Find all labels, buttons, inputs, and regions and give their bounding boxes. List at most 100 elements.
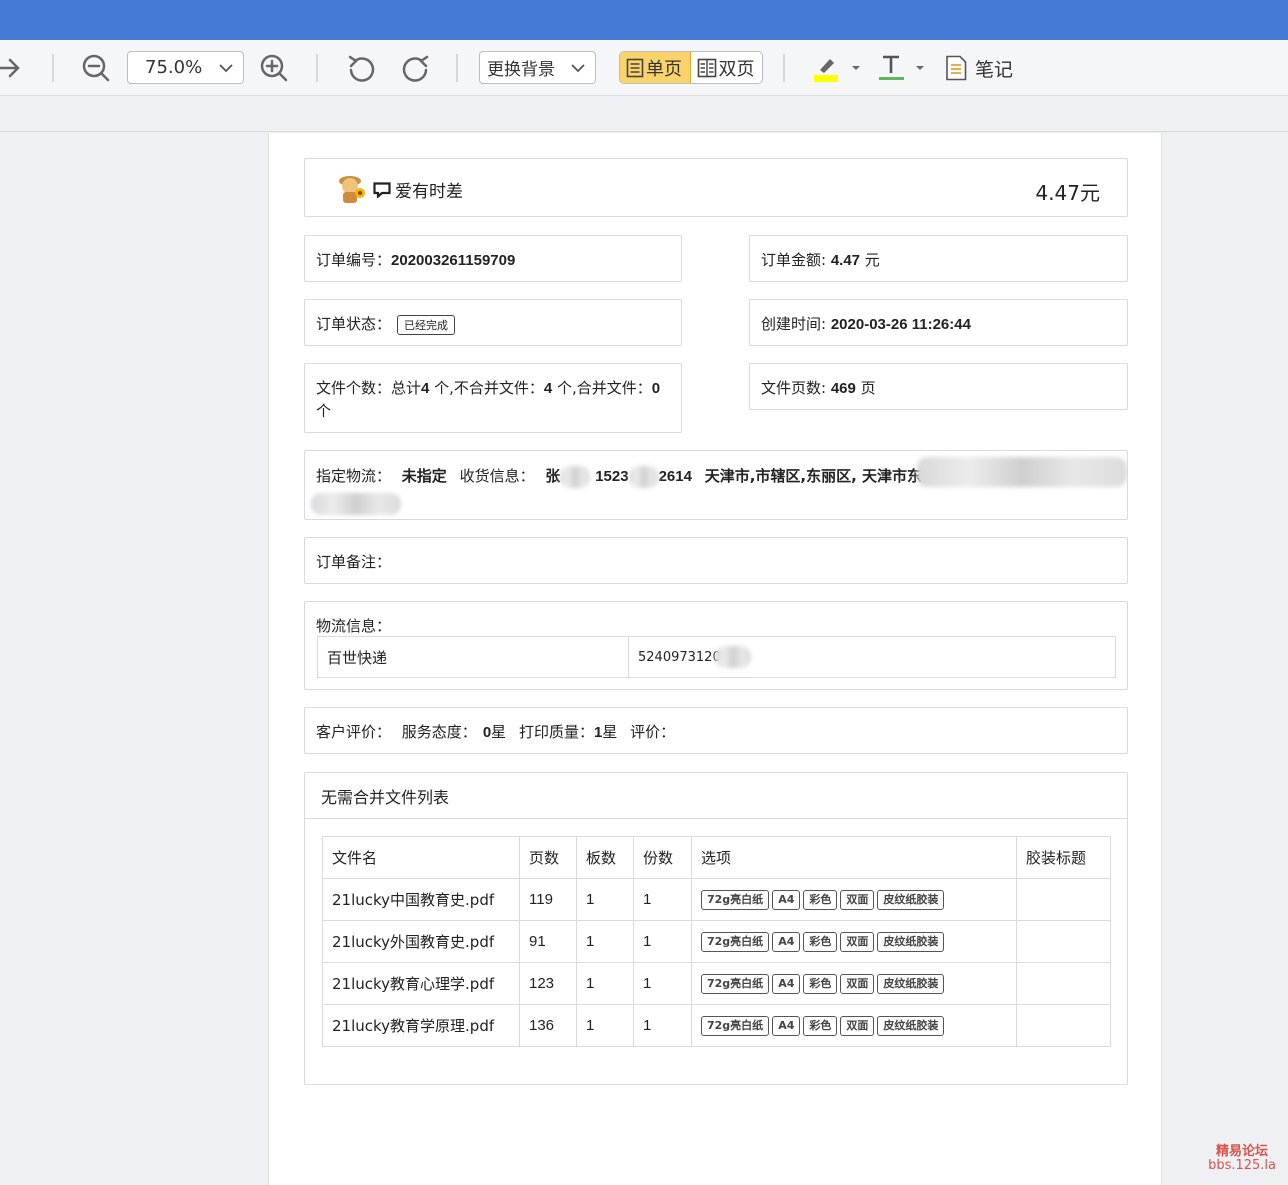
page-count-label: 文件页数: [761, 379, 831, 397]
single-page-label: 单页 [646, 58, 682, 80]
chevron-down-icon [219, 64, 233, 73]
service-unit: 星 [491, 723, 507, 741]
receiver-label: 收货信息： [459, 467, 535, 485]
cell-binding-title [1016, 1004, 1111, 1047]
cell-pages: 91 [519, 920, 577, 963]
text-color-tool[interactable] [878, 40, 926, 96]
remark-card: 订单备注： [304, 537, 1128, 584]
logistics-value: 未指定 [401, 467, 447, 485]
file-list-card: 无需合并文件列表 文件名 页数 板数 份数 选项 胶装标题 21lucky中国教… [304, 772, 1128, 1085]
cell-options: 72g亮白纸 A4 彩色 双面 皮纹纸胶装 [691, 1004, 1017, 1047]
cell-binding-title [1016, 878, 1111, 921]
double-page-button[interactable]: 双页 [691, 52, 763, 83]
double-page-icon [697, 58, 716, 77]
order-status-label: 订单状态： [316, 315, 392, 333]
tracking-number: 5240973120 [629, 637, 1115, 677]
cell-copies: 1 [633, 962, 692, 1005]
note-icon [946, 55, 967, 81]
rotate-left-icon[interactable] [345, 52, 377, 84]
order-number: 订单编号：202003261159709 [316, 249, 515, 270]
cell-pages: 136 [519, 1004, 577, 1047]
header-pages: 页数 [519, 836, 577, 879]
forward-arrow-icon[interactable] [0, 40, 24, 96]
cell-filename: 21lucky教育学原理.pdf [322, 1004, 520, 1047]
double-page-label: 双页 [718, 58, 755, 80]
redacted-blur [311, 493, 401, 515]
cell-filename: 21lucky教育心理学.pdf [322, 962, 520, 1005]
header-options: 选项 [691, 836, 1017, 879]
order-number-value: 202003261159709 [391, 252, 516, 269]
header-filename: 文件名 [322, 836, 520, 879]
header-copies: 份数 [633, 836, 692, 879]
redacted-blur [714, 646, 751, 668]
zoom-out-icon[interactable] [80, 52, 112, 84]
option-tag: 双面 [840, 890, 875, 910]
remark: 订单备注： [316, 553, 392, 571]
shop-card: 爱有时差 4.47元 [304, 158, 1128, 217]
cell-filename: 21lucky外国教育史.pdf [322, 920, 520, 963]
file-count-label: 文件个数：总计 [316, 379, 422, 397]
toolbar-divider [456, 54, 458, 82]
option-tag: 72g亮白纸 [701, 1016, 770, 1036]
order-status-card: 订单状态： 已经完成 [304, 299, 682, 346]
receiver-address: 天津市,市辖区,东丽区, 天津市东丽 [704, 467, 938, 485]
chevron-down-icon [571, 64, 585, 73]
option-tag: 彩色 [803, 974, 838, 994]
order-amount-value: 4.47 [830, 252, 861, 269]
highlight-tool[interactable] [812, 40, 862, 96]
note-label: 笔记 [975, 58, 1014, 81]
header-binding-title: 胶装标题 [1016, 836, 1111, 879]
file-table: 文件名 页数 板数 份数 选项 胶装标题 21lucky中国教育史.pdf 11… [322, 836, 1111, 1047]
table-row: 21lucky中国教育史.pdf 119 1 1 72g亮白纸 A4 彩色 双面 皮纹纸… [322, 878, 1111, 921]
created-time-value: 2020-03-26 11:26:44 [830, 316, 971, 333]
option-tag: 双面 [840, 1016, 875, 1036]
cell-plates: 1 [576, 878, 634, 921]
shipping-card: 指定物流： 未指定 收货信息： 张 1523 2614 天津市,市辖区,东丽区, … [304, 450, 1128, 520]
order-amount-label: 订单金额: [761, 251, 831, 269]
cell-options: 72g亮白纸 A4 彩色 双面 皮纹纸胶装 [691, 920, 1017, 963]
file-table-header: 文件名 页数 板数 份数 选项 胶装标题 [322, 836, 1111, 879]
shop-avatar [339, 176, 365, 203]
order-number-card: 订单编号：202003261159709 [304, 235, 682, 282]
created-time-label: 创建时间: [761, 315, 831, 333]
order-amount-unit: 元 [860, 251, 880, 269]
service-value: 0 [482, 724, 492, 741]
change-background-select[interactable]: 更换背景 [479, 51, 596, 84]
single-page-button[interactable]: 单页 [620, 52, 691, 83]
note-button[interactable]: 笔记 [945, 52, 1013, 84]
cell-copies: 1 [633, 920, 692, 963]
file-count-text1: 个,不合并文件： [429, 379, 544, 397]
order-amount-card: 订单金额: 4.47 元 [749, 235, 1128, 282]
cell-copies: 1 [633, 878, 692, 921]
cell-filename: 21lucky中国教育史.pdf [322, 878, 520, 921]
redacted-blur [628, 465, 659, 488]
toolbar-divider [52, 54, 54, 82]
option-tag: 皮纹纸胶装 [877, 890, 945, 910]
option-tag: 皮纹纸胶装 [877, 974, 945, 994]
caret-down-icon[interactable] [914, 62, 926, 74]
cell-plates: 1 [576, 1004, 634, 1047]
page-mode-toggle: 单页 双页 [619, 51, 763, 84]
change-background-label: 更换背景 [487, 60, 555, 80]
rotate-right-icon[interactable] [400, 52, 432, 84]
option-tag: 双面 [840, 932, 875, 952]
highlighter-icon [814, 59, 838, 82]
created-time: 创建时间: 2020-03-26 11:26:44 [761, 313, 971, 334]
tracking-number-text: 5240973120 [638, 649, 721, 665]
option-tag: 72g亮白纸 [701, 932, 770, 952]
reader-toolbar: 75.0% 更换背景 单页 双页 笔记 [0, 40, 1288, 96]
zoom-in-icon[interactable] [258, 52, 290, 84]
caret-down-icon[interactable] [850, 62, 862, 74]
option-tag: 皮纹纸胶装 [877, 1016, 945, 1036]
rating: 客户评价： 服务态度： 0星 打印质量：1星 评价： [316, 721, 675, 742]
secondary-bar [0, 97, 1288, 132]
courier-name: 百世快递 [318, 637, 629, 677]
file-list-title: 无需合并文件列表 [305, 773, 1127, 819]
zoom-select[interactable]: 75.0% [127, 51, 244, 84]
file-count-merge: 0 [651, 380, 661, 397]
quality-label: 打印质量： [518, 723, 594, 741]
toolbar-divider [316, 54, 318, 82]
table-row: 21lucky教育心理学.pdf 123 1 1 72g亮白纸 A4 彩色 双面 皮纹纸… [322, 962, 1111, 1005]
watermark-line2: bbs.125.la [1208, 1158, 1276, 1173]
file-count-unit: 个 [316, 402, 332, 420]
